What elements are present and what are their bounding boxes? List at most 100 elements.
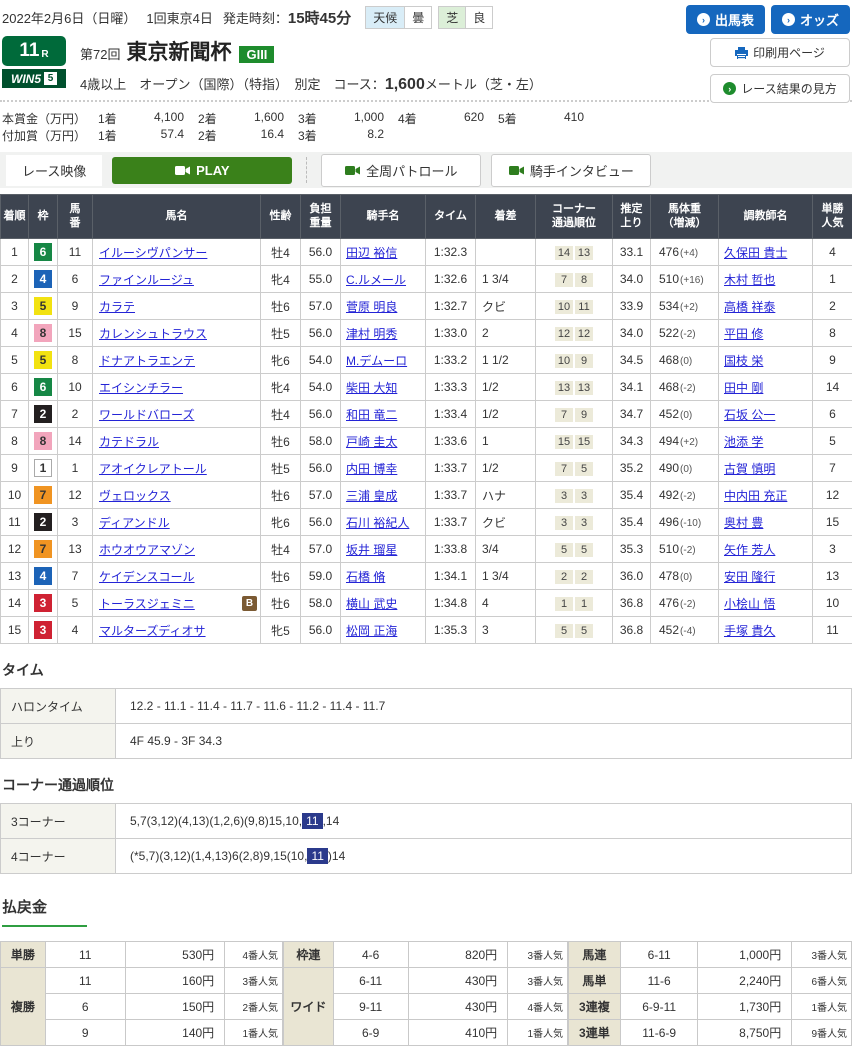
horse-name-link[interactable]: エイシンチラー xyxy=(99,379,183,396)
trainer-name-link[interactable]: 安田 隆行 xyxy=(724,570,775,584)
horse-name-link[interactable]: ヴェロックス xyxy=(99,487,171,504)
body-weight-cell: 476(-2) xyxy=(651,590,719,617)
frame-cell: 6 xyxy=(29,239,58,266)
horse-name-link[interactable]: ファインルージュ xyxy=(99,271,194,288)
time-table: ハロンタイム12.2 - 11.1 - 11.4 - 11.7 - 11.6 -… xyxy=(0,688,852,759)
horse-name-cell: アオイクレアトール xyxy=(93,455,261,482)
trainer-name-link[interactable]: 古賀 慎明 xyxy=(724,462,775,476)
jockey-name-link[interactable]: 石橋 脩 xyxy=(346,570,385,584)
trainer-name-link[interactable]: 田中 剛 xyxy=(724,381,763,395)
print-page-button[interactable]: 印刷用ページ xyxy=(710,38,850,67)
blinkers-badge: B xyxy=(242,596,257,611)
jockey-cell: 石川 裕紀人 xyxy=(341,509,426,536)
column-header: タイム xyxy=(426,195,476,239)
horse-number: 1 xyxy=(58,455,93,482)
race-number-badge: 11 R xyxy=(2,36,66,66)
jockey-name-link[interactable]: 津村 明秀 xyxy=(346,327,397,341)
trainer-name-link[interactable]: 矢作 芳人 xyxy=(724,543,775,557)
sex-age: 牝4 xyxy=(261,266,301,293)
horse-name-link[interactable]: マルターズディオサ xyxy=(99,622,206,639)
carried-weight: 57.0 xyxy=(301,293,341,320)
payout-amount: 140円 xyxy=(125,1020,225,1046)
printer-icon xyxy=(735,47,748,59)
jockey-name-link[interactable]: 三浦 皇成 xyxy=(346,489,397,503)
corner-position-chip: 7 xyxy=(555,462,573,476)
corner-position-chip: 5 xyxy=(555,543,573,557)
jockey-interview-button[interactable]: 騎手インタビュー xyxy=(491,154,651,187)
last-3f-time: 36.8 xyxy=(613,617,651,644)
horse-name-link[interactable]: アオイクレアトール xyxy=(99,460,207,477)
trainer-name-link[interactable]: 石坂 公一 xyxy=(724,408,775,422)
prize-value: 1,600 xyxy=(232,110,284,127)
corner-positions: 33 xyxy=(536,509,613,536)
horse-name-link[interactable]: カレンシュトラウス xyxy=(99,325,207,342)
play-button[interactable]: PLAY xyxy=(112,157,292,184)
trainer-name-link[interactable]: 国枝 栄 xyxy=(724,354,763,368)
horse-name-link[interactable]: ディアンドル xyxy=(99,514,170,531)
jockey-name-link[interactable]: 柴田 大知 xyxy=(346,381,397,395)
corner-positions: 75 xyxy=(536,455,613,482)
horse-name-link[interactable]: ホウオウアマゾン xyxy=(99,541,195,558)
trainer-name-link[interactable]: 高橋 祥泰 xyxy=(724,300,775,314)
horse-name-link[interactable]: トーラスジェミニ xyxy=(99,595,195,612)
horse-name-link[interactable]: ワールドバローズ xyxy=(99,406,194,423)
jockey-name-link[interactable]: 和田 竜二 xyxy=(346,408,397,422)
finish-position: 8 xyxy=(1,428,29,455)
horse-name-link[interactable]: イルーシヴパンサー xyxy=(99,244,207,261)
trainer-name-link[interactable]: 平田 修 xyxy=(724,327,763,341)
jockey-name-link[interactable]: C.ルメール xyxy=(346,273,406,287)
result-row: 6610エイシンチラー牝454.0柴田 大知1:33.31/2131334.14… xyxy=(1,374,852,401)
patrol-video-button[interactable]: 全周パトロール xyxy=(321,154,481,187)
finish-time: 1:33.4 xyxy=(426,401,476,428)
carried-weight: 55.0 xyxy=(301,266,341,293)
odds-button[interactable]: › オッズ xyxy=(771,5,850,34)
horse-name-link[interactable]: カテドラル xyxy=(99,433,159,450)
jockey-name-link[interactable]: 田辺 裕信 xyxy=(346,246,397,260)
result-guide-button[interactable]: › レース結果の見方 xyxy=(710,74,850,103)
jockey-cell: 津村 明秀 xyxy=(341,320,426,347)
margin: 1 1/2 xyxy=(476,347,536,374)
trainer-name-link[interactable]: 久保田 貴士 xyxy=(724,246,787,260)
jockey-name-link[interactable]: 横山 武史 xyxy=(346,597,397,611)
horse-name-cell: カラテ xyxy=(93,293,261,320)
win-favorite-rank: 8 xyxy=(813,320,852,347)
race-number-suffix: R xyxy=(41,49,48,60)
horse-name-link[interactable]: ケイデンスコール xyxy=(99,568,195,585)
horse-name-wrap: トーラスジェミニ B xyxy=(99,595,257,612)
body-weight-diff: (-10) xyxy=(680,518,701,529)
finish-position: 3 xyxy=(1,293,29,320)
trainer-name-link[interactable]: 木村 哲也 xyxy=(724,273,775,287)
trainer-name-link[interactable]: 中内田 充正 xyxy=(724,489,787,503)
sex-age: 牡6 xyxy=(261,482,301,509)
win-favorite-rank: 9 xyxy=(813,347,852,374)
jockey-name-link[interactable]: 松岡 正海 xyxy=(346,624,397,638)
payout-combination: 6-11 xyxy=(620,942,698,968)
horse-name-link[interactable]: ドナアトラエンテ xyxy=(99,352,195,369)
jockey-name-link[interactable]: M.デムーロ xyxy=(346,354,407,368)
finish-time: 1:33.0 xyxy=(426,320,476,347)
horse-name-cell: ディアンドル xyxy=(93,509,261,536)
horse-name-wrap: ファインルージュ xyxy=(99,271,257,288)
horse-name-link[interactable]: カラテ xyxy=(99,298,135,315)
jockey-name-link[interactable]: 内田 博幸 xyxy=(346,462,397,476)
trainer-name-link[interactable]: 池添 学 xyxy=(724,435,763,449)
payout-amount: 150円 xyxy=(125,994,225,1020)
frame-cell: 2 xyxy=(29,509,58,536)
jockey-name-link[interactable]: 戸崎 圭太 xyxy=(346,435,397,449)
payout-combination: 4-6 xyxy=(333,942,408,968)
win-favorite-rank: 15 xyxy=(813,509,852,536)
payout-combination: 9-11 xyxy=(333,994,408,1020)
trainer-name-link[interactable]: 手塚 貴久 xyxy=(724,624,775,638)
trainer-name-link[interactable]: 奥村 豊 xyxy=(724,516,763,530)
frame-number-badge: 8 xyxy=(34,324,52,342)
payout-combination: 11 xyxy=(45,942,125,968)
jockey-name-link[interactable]: 坂井 瑠星 xyxy=(346,543,397,557)
corner-row-value: 5,7(3,12)(4,13)(1,2,6)(9,8)15,10,11,14 xyxy=(116,804,852,839)
jockey-name-link[interactable]: 石川 裕紀人 xyxy=(346,516,409,530)
payout-amount: 430円 xyxy=(408,994,508,1020)
trainer-name-link[interactable]: 小桧山 悟 xyxy=(724,597,775,611)
entries-button[interactable]: › 出馬表 xyxy=(686,5,765,34)
body-weight-diff: (0) xyxy=(680,356,692,367)
margin: クビ xyxy=(476,293,536,320)
jockey-name-link[interactable]: 菅原 明良 xyxy=(346,300,397,314)
